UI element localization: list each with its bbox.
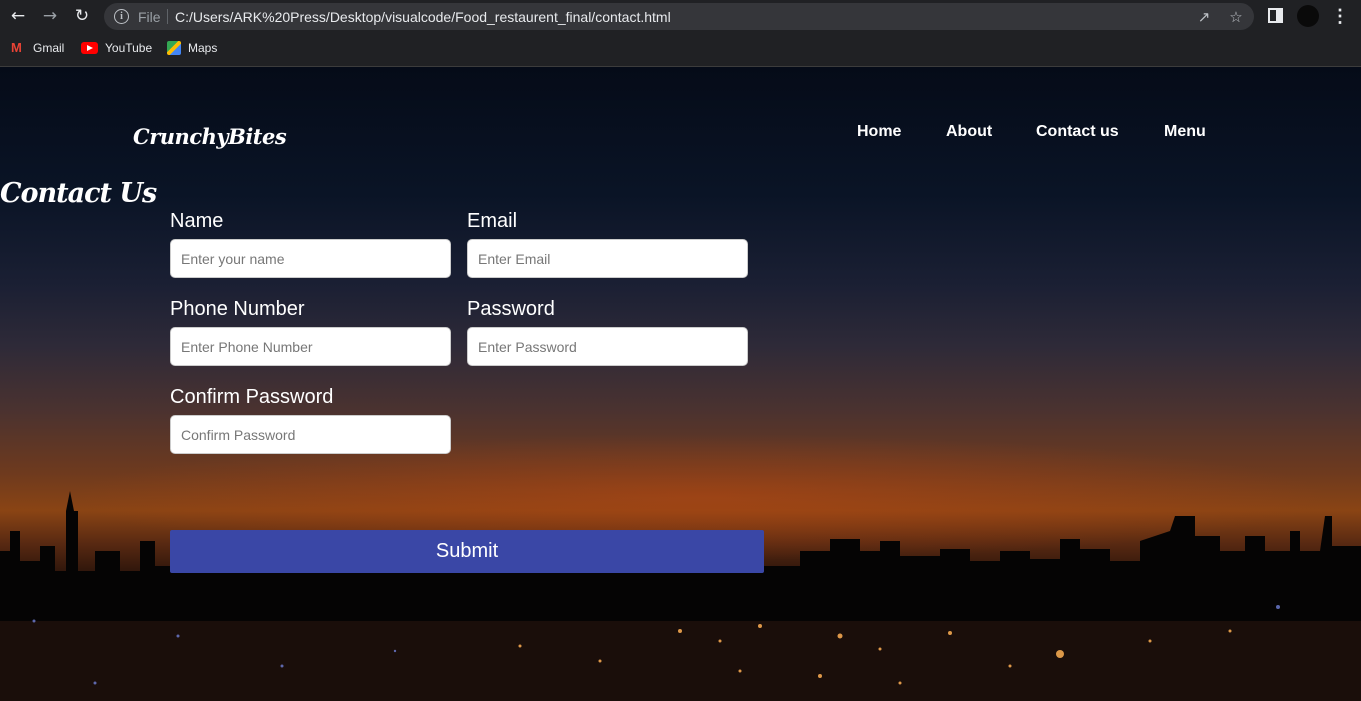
password-label: Password	[467, 298, 555, 320]
site-info-icon[interactable]: i	[114, 9, 129, 24]
menu-kebab-icon[interactable]: ⋮	[1331, 4, 1349, 28]
nav-menu[interactable]: Menu	[1164, 123, 1206, 141]
back-icon[interactable]: ←	[6, 4, 30, 28]
maps-icon	[167, 41, 181, 55]
nav-about[interactable]: About	[946, 123, 992, 141]
address-bar[interactable]: i File C:/Users/ARK%20Press/Desktop/visu…	[104, 3, 1254, 30]
url-text[interactable]: C:/Users/ARK%20Press/Desktop/visualcode/…	[175, 9, 671, 25]
divider	[167, 9, 168, 24]
reload-icon[interactable]: ↻	[70, 4, 94, 28]
nav-contact-us[interactable]: Contact us	[1036, 123, 1119, 141]
side-panel-icon[interactable]	[1268, 8, 1283, 23]
gmail-icon	[10, 40, 26, 55]
bookmark-youtube[interactable]: YouTube	[81, 40, 152, 56]
site-logo[interactable]: CrunchyBites	[133, 124, 287, 149]
confirm-password-input[interactable]	[170, 415, 451, 454]
password-input[interactable]	[467, 327, 748, 366]
email-input[interactable]	[467, 239, 748, 278]
phone-input[interactable]	[170, 327, 451, 366]
nav-home[interactable]: Home	[857, 123, 901, 141]
email-label: Email	[467, 210, 518, 232]
forward-icon[interactable]: →	[38, 4, 62, 28]
bookmark-label: Gmail	[33, 41, 65, 55]
bookmark-maps[interactable]: Maps	[167, 40, 217, 56]
browser-toolbar: ← → ↻ i File C:/Users/ARK%20Press/Deskto…	[0, 0, 1361, 67]
bookmark-star-icon[interactable]: ☆	[1226, 7, 1246, 27]
bookmark-label: YouTube	[105, 41, 153, 55]
name-input[interactable]	[170, 239, 451, 278]
name-label: Name	[170, 210, 224, 232]
bookmark-label: Maps	[188, 41, 218, 55]
page-title: Contact Us	[0, 178, 157, 209]
profile-avatar[interactable]	[1297, 5, 1319, 27]
confirm-password-label: Confirm Password	[170, 386, 334, 408]
share-icon[interactable]: ↗	[1194, 7, 1214, 27]
submit-button[interactable]: Submit	[170, 530, 764, 573]
youtube-icon	[81, 42, 98, 54]
url-scheme: File	[138, 9, 161, 25]
page-viewport: CrunchyBites Home About Contact us Menu …	[0, 67, 1361, 701]
phone-label: Phone Number	[170, 298, 305, 320]
bookmark-gmail[interactable]: Gmail	[10, 40, 64, 56]
